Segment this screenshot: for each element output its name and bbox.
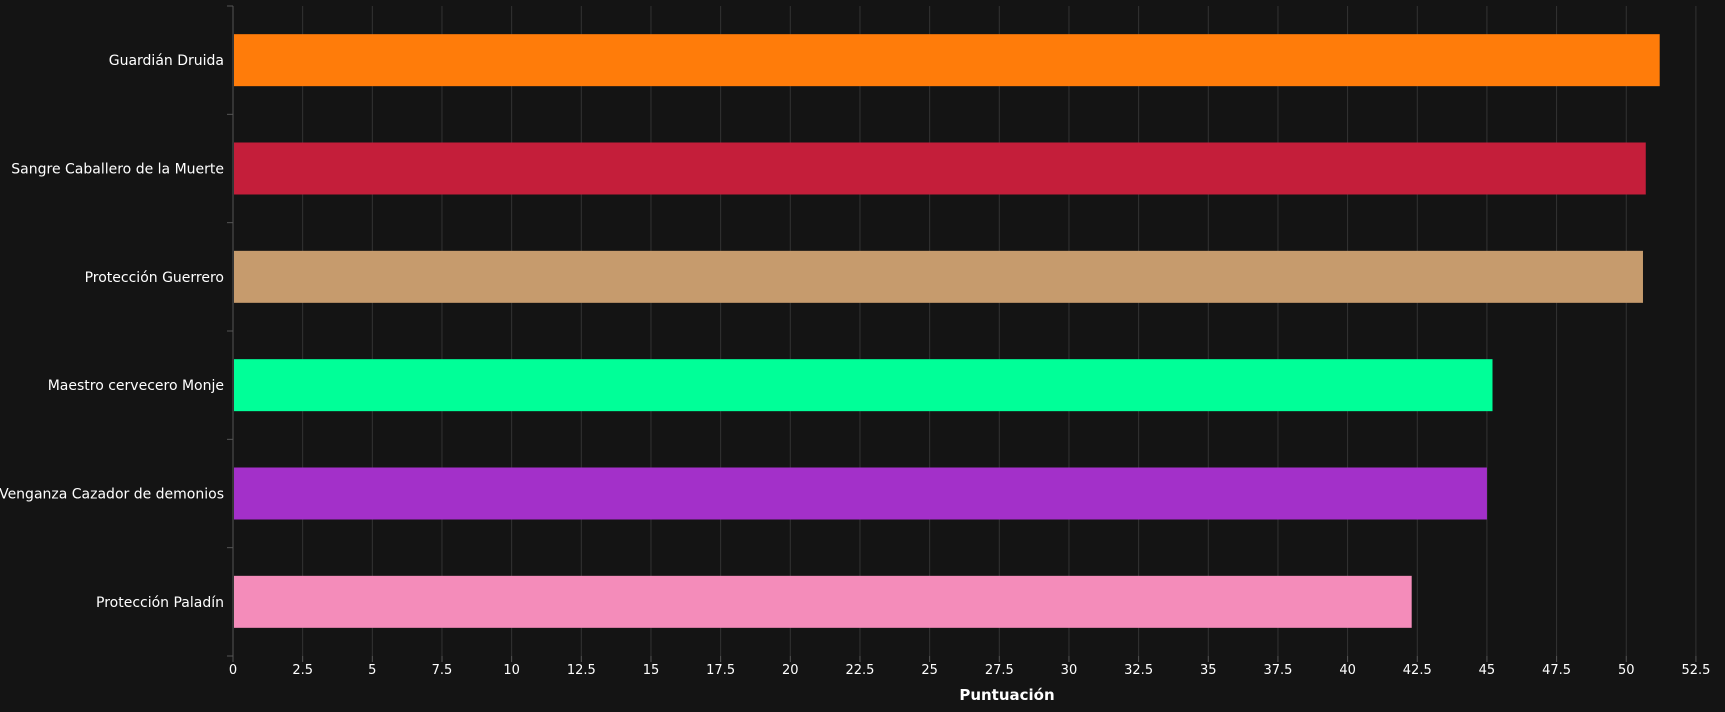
x-tick-label: 40 (1339, 663, 1356, 678)
x-tick-label: 27.5 (985, 663, 1014, 678)
x-tick-label: 37.5 (1263, 663, 1292, 678)
category-label: Maestro cervecero Monje (48, 378, 224, 394)
bar (234, 575, 1412, 628)
x-tick-label: 15 (643, 663, 660, 678)
x-tick-label: 42.5 (1403, 663, 1432, 678)
x-tick-label: 50 (1618, 663, 1635, 678)
x-tick-label: 22.5 (845, 663, 874, 678)
x-tick-label: 0 (229, 663, 237, 678)
x-tick-label: 35 (1200, 663, 1217, 678)
x-axis-title: Puntuación (959, 686, 1054, 704)
category-label: Venganza Cazador de demonios (0, 487, 224, 503)
x-tick-label: 30 (1061, 663, 1078, 678)
x-tick-label: 5 (368, 663, 376, 678)
x-tick-label: 52.5 (1681, 663, 1710, 678)
category-label: Protección Guerrero (85, 270, 224, 286)
chart-container: Guardián Druida Sangre Caballero de la Mu… (0, 0, 1725, 708)
x-tick-label: 10 (503, 663, 520, 678)
bar (234, 142, 1646, 195)
x-tick-label: 20 (782, 663, 799, 678)
x-tick-label: 32.5 (1124, 663, 1153, 678)
bar (234, 359, 1493, 412)
x-tick-label: 12.5 (567, 663, 596, 678)
x-tick-label: 17.5 (706, 663, 735, 678)
bar (234, 467, 1487, 520)
bar (234, 250, 1643, 303)
category-label: Protección Paladín (96, 595, 224, 611)
category-label: Sangre Caballero de la Muerte (11, 162, 224, 178)
x-tick-label: 25 (921, 663, 938, 678)
grid-lines (302, 6, 1697, 656)
category-label: Guardián Druida (109, 53, 224, 69)
x-tick-label: 45 (1479, 663, 1496, 678)
bar-chart: Guardián Druida Sangre Caballero de la Mu… (0, 0, 1725, 708)
bar (234, 34, 1660, 87)
x-tick-label: 47.5 (1542, 663, 1571, 678)
x-tick-label: 2.5 (292, 663, 313, 678)
x-tick-label: 7.5 (432, 663, 453, 678)
